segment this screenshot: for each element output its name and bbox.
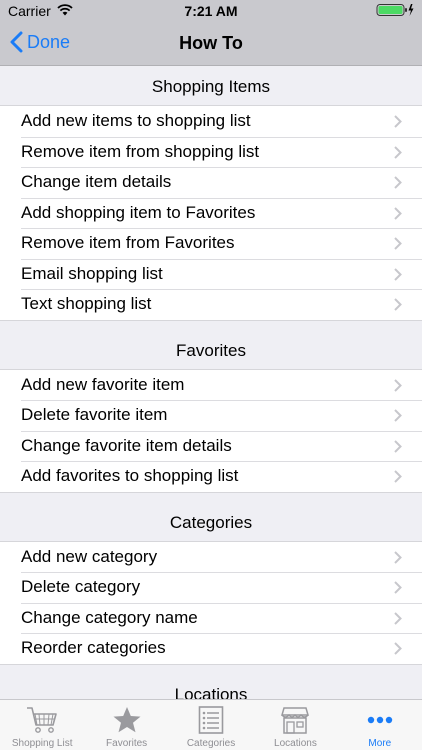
list-item-label: Add shopping item to Favorites [21, 202, 256, 222]
list-item-label: Change favorite item details [21, 435, 232, 455]
chevron-right-icon [394, 409, 402, 422]
tab-more[interactable]: More [338, 700, 422, 750]
list-item-label: Remove item from Favorites [21, 233, 235, 253]
how-to-list[interactable]: Shopping Items Add new items to shopping… [0, 67, 422, 699]
section-header-favorites: Favorites [176, 340, 246, 360]
list-item[interactable]: Delete favorite item [0, 400, 422, 431]
cart-icon [24, 704, 60, 736]
tab-label: Categories [186, 738, 236, 749]
list-item-label: Add new favorite item [21, 374, 185, 394]
battery-icon [376, 3, 416, 20]
chevron-right-icon [394, 298, 402, 311]
tab-label: More [368, 738, 392, 749]
tab-bar: Shopping List Favorites Categories Locat… [0, 699, 422, 750]
store-icon [280, 704, 310, 736]
list-item-label: Reorder categories [21, 638, 166, 658]
chevron-right-icon [394, 145, 402, 159]
tab-shopping-list[interactable]: Shopping List [0, 700, 84, 750]
list-item-label: Add favorites to shopping list [21, 466, 239, 486]
list-item-label: Change item details [21, 172, 172, 192]
chevron-right-icon [394, 206, 402, 220]
tab-label: Shopping List [11, 738, 73, 749]
list-item[interactable]: Add new favorite item [0, 370, 422, 401]
section-categories: Add new category Delete category Change … [0, 540, 422, 665]
chevron-right-icon [394, 642, 402, 655]
tab-categories[interactable]: Categories [169, 700, 253, 750]
list-item[interactable]: Add new items to shopping list [0, 106, 422, 137]
list-item[interactable]: Text shopping list [0, 289, 422, 320]
screen: Carrier 7:21 AM Done How To Shopping Ite… [0, 0, 422, 750]
list-item[interactable]: Reorder categories [0, 633, 422, 664]
chevron-right-icon [394, 378, 402, 392]
list-item[interactable]: Delete category [0, 572, 422, 603]
list-item-label: Text shopping list [21, 294, 152, 314]
list-item[interactable]: Add new category [0, 542, 422, 573]
section-header-categories: Categories [169, 512, 253, 532]
list-item[interactable]: Add favorites to shopping list [0, 461, 422, 492]
list-item-label: Change category name [21, 607, 198, 627]
navigation-bar: Done How To [0, 22, 422, 66]
list-item[interactable]: Change favorite item details [0, 430, 422, 462]
chevron-right-icon [394, 611, 402, 625]
list-item-label: Add new category [21, 546, 158, 566]
tab-label: Locations [274, 738, 317, 749]
chevron-right-icon [394, 581, 402, 594]
chevron-right-icon [394, 267, 402, 281]
list-item-label: Delete favorite item [21, 405, 168, 425]
section-header-shopping-items: Shopping Items [151, 77, 271, 96]
list-item[interactable]: Remove item from Favorites [0, 228, 422, 259]
list-icon [198, 704, 224, 736]
list-item-label: Email shopping list [21, 263, 163, 283]
chevron-right-icon [394, 176, 402, 189]
tab-label: Favorites [106, 738, 148, 749]
more-icon [365, 704, 395, 736]
list-item[interactable]: Remove item from shopping list [0, 136, 422, 168]
section-favorites: Add new favorite item Delete favorite it… [0, 368, 422, 493]
list-item-label: Remove item from shopping list [21, 141, 260, 161]
list-item[interactable]: Change category name [0, 602, 422, 634]
list-item-label: Delete category [21, 577, 141, 597]
star-icon [112, 704, 142, 736]
status-time: 7:21 AM [184, 3, 238, 19]
status-bar: Carrier 7:21 AM [0, 0, 422, 22]
tab-favorites[interactable]: Favorites [84, 700, 168, 750]
chevron-right-icon [394, 237, 402, 250]
section-shopping-items: Add new items to shopping list Remove it… [0, 105, 422, 321]
list-item[interactable]: Change item details [0, 167, 422, 198]
chevron-right-icon [394, 115, 402, 128]
list-item[interactable]: Add shopping item to Favorites [0, 197, 422, 229]
list-item-label: Add new items to shopping list [21, 111, 251, 131]
chevron-right-icon [394, 470, 402, 483]
status-right [376, 3, 416, 20]
chevron-right-icon [394, 550, 402, 564]
chevron-right-icon [394, 439, 402, 453]
page-title: How To [179, 33, 243, 53]
section-header-locations: Locations [174, 684, 248, 700]
tab-locations[interactable]: Locations [253, 700, 337, 750]
list-item[interactable]: Email shopping list [0, 258, 422, 290]
